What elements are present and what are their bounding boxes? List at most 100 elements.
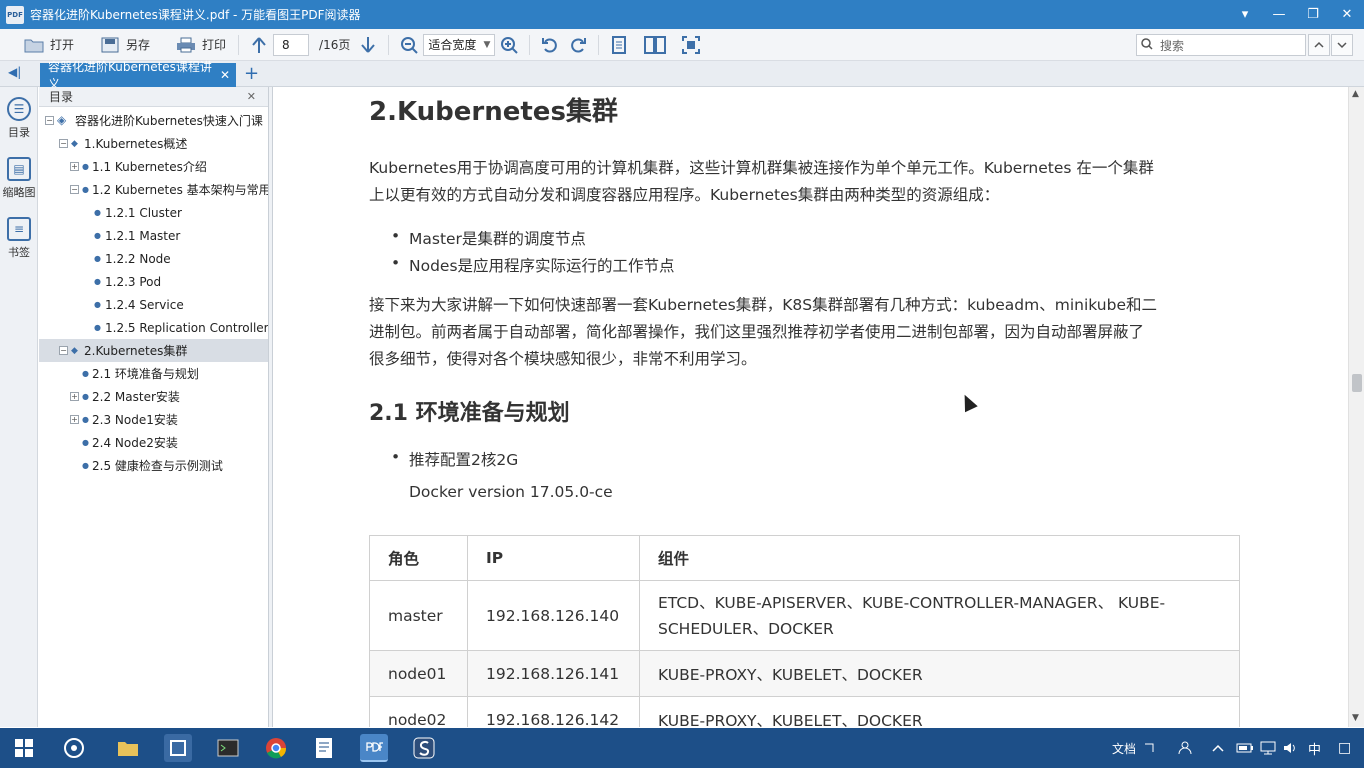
notifications-icon[interactable]: □ xyxy=(1338,728,1351,768)
bullet-icon: ● xyxy=(94,254,101,263)
next-page-icon[interactable] xyxy=(354,32,382,58)
vertical-scrollbar[interactable]: ▲ ▼ xyxy=(1348,87,1364,727)
two-page-view-icon[interactable] xyxy=(641,32,669,58)
outline-header: 目录 ✕ xyxy=(39,87,268,107)
close-tab-icon[interactable]: ✕ xyxy=(220,68,230,82)
outline-item[interactable]: ● 1.2.3 Pod xyxy=(39,270,268,293)
minimize-button[interactable]: — xyxy=(1262,0,1296,29)
components-line-2: SCHEDULER、DOCKER xyxy=(658,619,834,638)
restore-button[interactable]: ❐ xyxy=(1296,0,1330,29)
outline-item[interactable]: ● 2.4 Node2安装 xyxy=(39,431,268,454)
save-as-button[interactable]: 另存 xyxy=(94,32,156,58)
table-cell: 192.168.126.140 xyxy=(467,580,640,651)
close-window-button[interactable]: ✕ xyxy=(1330,0,1364,29)
bullet-icon: ● xyxy=(82,392,89,401)
outline-item[interactable]: ● 1.2.4 Service xyxy=(39,293,268,316)
printer-icon xyxy=(176,36,196,54)
collapse-sidebar-icon[interactable]: ◀| xyxy=(8,65,21,79)
search-next-button[interactable] xyxy=(1331,34,1353,56)
pdf-reader-taskbar-icon[interactable] xyxy=(360,734,388,762)
expand-icon[interactable]: + xyxy=(70,162,79,171)
outline-item[interactable]: ● 1.2.5 Replication Controller xyxy=(39,316,268,339)
outline-item[interactable]: ● 1.2.2 Node xyxy=(39,247,268,270)
page-number-input[interactable]: 8 xyxy=(273,33,310,56)
pinwheel-app-icon[interactable] xyxy=(60,734,88,762)
thumbnails-icon: ▤ xyxy=(7,157,31,181)
taskbar: 文档 中 □ xyxy=(0,728,1364,768)
outline-item[interactable]: ● 2.1 环境准备与规划 xyxy=(39,362,268,385)
table-header: 角色 xyxy=(369,535,468,581)
para2-line-1: 接下来为大家讲解一下如何快速部署一套Kubernetes集群，K8S集群部署有几… xyxy=(369,296,1157,314)
bullet-icon: ● xyxy=(94,323,101,332)
scroll-thumb[interactable] xyxy=(1352,374,1362,392)
fit-page-icon[interactable] xyxy=(677,32,705,58)
table-cell: node02 xyxy=(369,696,468,727)
people-icon[interactable] xyxy=(1178,728,1192,768)
terminal-app-icon[interactable] xyxy=(214,734,242,762)
virtualbox-icon[interactable] xyxy=(164,734,192,762)
collapse-icon[interactable]: − xyxy=(59,139,68,148)
rotate-right-icon[interactable] xyxy=(564,32,592,58)
list-icon: ☰ xyxy=(7,97,31,121)
windows-start-icon[interactable] xyxy=(10,734,38,762)
single-page-view-icon[interactable] xyxy=(605,32,633,58)
scroll-up-icon[interactable]: ▲ xyxy=(1352,89,1359,99)
outline-toggle[interactable]: ☰ 目录 xyxy=(0,97,38,140)
collapse-icon[interactable]: − xyxy=(70,185,79,194)
new-tab-button[interactable]: + xyxy=(244,64,259,84)
table-cell: master xyxy=(369,580,468,651)
app-s-icon[interactable] xyxy=(410,734,438,762)
tray-expand-icon[interactable] xyxy=(1144,728,1154,768)
search-prev-button[interactable] xyxy=(1308,34,1330,56)
chrome-browser-icon[interactable] xyxy=(262,734,290,762)
print-button[interactable]: 打印 xyxy=(170,32,232,58)
input-method-indicator[interactable]: 中 xyxy=(1308,728,1321,768)
outline-item[interactable]: ● 2.5 健康检查与示例测试 xyxy=(39,454,268,477)
document-view[interactable]: 2.Kubernetes集群 Kubernetes用于协调高度可用的计算机集群，… xyxy=(273,87,1347,727)
chevron-up-icon[interactable] xyxy=(1212,728,1224,768)
outline-item[interactable]: − ◆ 1.Kubernetes概述 xyxy=(39,132,268,155)
outline-item[interactable]: + ● 1.1 Kubernetes介绍 xyxy=(39,155,268,178)
document-tab[interactable]: 容器化进阶Kubernetes课程讲义 ✕ xyxy=(40,60,236,91)
tray-doc-label[interactable]: 文档 xyxy=(1112,728,1136,768)
scroll-down-icon[interactable]: ▼ xyxy=(1352,713,1359,723)
pdf-app-icon: PDF xyxy=(6,5,24,24)
collapse-icon[interactable]: − xyxy=(59,346,68,355)
table-cell: ETCD、KUBE-APISERVER、KUBE-CONTROLLER-MANA… xyxy=(639,580,1240,651)
table-row: master 192.168.126.140 ETCD、KUBE-APISERV… xyxy=(369,580,1240,651)
bullet-icon: ● xyxy=(94,231,101,240)
prev-page-icon[interactable] xyxy=(245,32,273,58)
thumbnails-toggle[interactable]: ▤ 缩略图 xyxy=(0,157,38,200)
outline-item[interactable]: ● 1.2.1 Cluster xyxy=(39,201,268,224)
file-explorer-icon[interactable] xyxy=(114,734,142,762)
search-input[interactable]: 搜索 xyxy=(1136,34,1306,56)
outline-item[interactable]: − ● 1.2 Kubernetes 基本架构与常用 xyxy=(39,178,268,201)
menu-dropdown-button[interactable]: ▾ xyxy=(1228,0,1262,29)
open-button[interactable]: 打开 xyxy=(18,32,80,58)
zoom-out-icon[interactable] xyxy=(395,32,423,58)
volume-icon[interactable] xyxy=(1283,728,1297,768)
outline-item-selected[interactable]: − ◆ 2.Kubernetes集群 xyxy=(39,339,268,362)
zoom-in-icon[interactable] xyxy=(495,32,523,58)
document-app-icon[interactable] xyxy=(310,734,338,762)
table-cell: node01 xyxy=(369,650,468,697)
rotate-left-icon[interactable] xyxy=(536,32,564,58)
zoom-select[interactable]: 适合宽度 ▼ xyxy=(423,33,496,56)
outline-item[interactable]: − ◈ 容器化进阶Kubernetes快速入门课 xyxy=(39,109,268,132)
bookmarks-toggle[interactable]: ≡ 书签 xyxy=(0,217,38,260)
bullet-nodes: Nodes是应用程序实际运行的工作节点 xyxy=(391,254,674,276)
toolbar-separator xyxy=(598,34,600,55)
collapse-icon[interactable]: − xyxy=(45,116,54,125)
thumbnails-toggle-label: 缩略图 xyxy=(2,186,36,199)
expand-icon[interactable]: + xyxy=(70,392,79,401)
zoom-value: 适合宽度 xyxy=(428,38,477,52)
expand-icon[interactable]: + xyxy=(70,415,79,424)
battery-icon[interactable] xyxy=(1236,728,1254,768)
node-table: 角色 IP 组件 master 192.168.126.140 ETCD、KUB… xyxy=(369,535,1240,727)
side-icon-strip: ☰ 目录 ▤ 缩略图 ≡ 书签 xyxy=(0,87,38,727)
network-icon[interactable] xyxy=(1260,728,1276,768)
outline-item[interactable]: ● 1.2.1 Master xyxy=(39,224,268,247)
outline-item[interactable]: + ● 2.2 Master安装 xyxy=(39,385,268,408)
close-outline-icon[interactable]: ✕ xyxy=(247,90,256,103)
outline-item[interactable]: + ● 2.3 Node1安装 xyxy=(39,408,268,431)
